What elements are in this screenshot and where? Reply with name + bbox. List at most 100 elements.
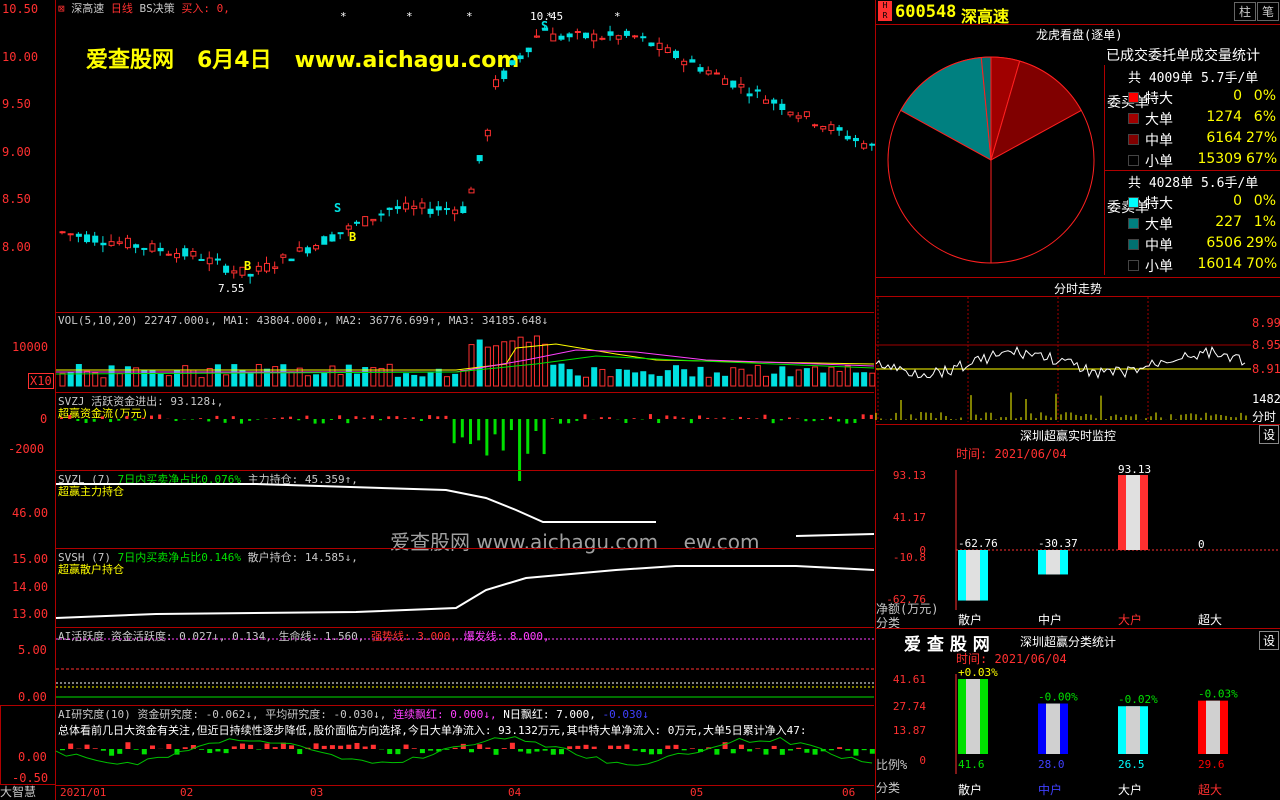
fund-flow-bar (681, 417, 685, 419)
order-stat-subtitle: 已成交委托单成交量统计 (1106, 48, 1260, 64)
svsh-tick: 13.00 (12, 607, 49, 621)
research-bar (493, 749, 499, 755)
fund-flow-bar (231, 416, 235, 419)
monitor-bar-highlight (1046, 550, 1060, 575)
fund-flow-bar (370, 415, 374, 419)
volume-bar (599, 368, 606, 387)
vol-header: VOL(5,10,20) 22747.000↓, MA1: 43804.000↓… (58, 314, 549, 327)
volume-bar (803, 368, 810, 387)
research-bar (166, 744, 172, 749)
legend-swatch-icon (1128, 218, 1139, 229)
fund-flow-bar (509, 419, 513, 431)
fund-flow-bar (68, 414, 72, 419)
fund-flow-bar (100, 416, 104, 419)
class-tick: 41.61 (893, 673, 926, 686)
fund-flow-bar (248, 419, 252, 421)
fund-flow-bar (820, 419, 824, 421)
monitor-settings-button[interactable]: 设 (1259, 425, 1279, 444)
volume-bar (713, 372, 720, 387)
class-value: 28.0 (1038, 758, 1065, 771)
research-bar (616, 745, 622, 749)
candle-body (214, 258, 221, 261)
volume-bar (852, 372, 859, 387)
fund-flow-bar (297, 419, 301, 421)
research-bar (591, 746, 597, 749)
volume-bar (779, 366, 786, 387)
fund-flow-bar (444, 415, 448, 419)
research-bar (370, 744, 376, 749)
volume-bar (337, 374, 344, 387)
intraday-tick: 8.95 (1252, 338, 1280, 352)
volume-bar (182, 365, 189, 387)
fund-flow-bar (828, 416, 832, 419)
volume-bar (214, 364, 221, 387)
fund-flow-bar (149, 415, 153, 419)
candle-body (231, 270, 238, 274)
volume-bar (296, 367, 303, 387)
legend-swatch-icon (1128, 239, 1139, 250)
research-bar (477, 744, 483, 749)
tick-mode-button[interactable]: 笔 (1257, 2, 1279, 21)
volume-bar (345, 364, 352, 387)
main-holding-line (56, 483, 656, 523)
fund-flow-bar (215, 415, 219, 419)
class-settings-button[interactable]: 设 (1259, 631, 1279, 650)
fund-flow-bar (673, 416, 677, 419)
research-bar (804, 749, 810, 753)
volume-bar (664, 370, 671, 387)
fund-flow-bar (428, 415, 432, 419)
intraday-vol: 1482 (1252, 392, 1280, 406)
volume-bar (787, 376, 794, 387)
fund-flow-bar (223, 419, 227, 423)
candle-body (820, 125, 827, 130)
class-tick: 27.74 (893, 700, 926, 713)
research-bar (60, 749, 65, 751)
candle-body (329, 234, 336, 242)
research-bar (485, 747, 491, 749)
volume-bar (304, 375, 311, 387)
price-tick: 8.50 (2, 192, 31, 206)
x-tick: 02 (180, 786, 194, 799)
sell-side-label: 委卖单 (1107, 200, 1149, 216)
candle-body (591, 33, 598, 42)
research-bar (632, 749, 638, 751)
ai-research-chart (55, 736, 875, 766)
candle-body (509, 60, 516, 66)
fund-flow-bar (845, 419, 849, 424)
research-bar (411, 748, 417, 749)
high-price-label: 10.45 (530, 10, 564, 23)
research-bar (346, 744, 352, 749)
volume-bar (468, 344, 475, 387)
legend-swatch-icon (1128, 134, 1139, 145)
right-panel: HR 600548 深高速 柱 笔 龙虎看盘(逐单) 已成交委托单成交量统计 委… (875, 0, 1280, 800)
research-bar (207, 749, 213, 754)
research-bar (403, 744, 409, 749)
candle-body (607, 31, 614, 36)
candle-body (84, 234, 91, 243)
volume-bar (353, 373, 360, 387)
volume-bar (460, 369, 467, 387)
class-pct: -0.03% (1198, 688, 1238, 701)
fund-flow-bar (141, 417, 145, 419)
volume-bar (754, 364, 761, 387)
research-bar (419, 749, 425, 754)
research-bar (796, 747, 802, 749)
volume-bar (836, 370, 843, 387)
fund-flow-bar (338, 415, 342, 419)
fund-flow-bar (689, 419, 693, 424)
research-bar (92, 748, 98, 749)
ma1-line (56, 343, 875, 371)
fund-flow-bar (60, 417, 63, 419)
research-bar (501, 748, 507, 749)
candle-body (223, 265, 230, 273)
research-bar (665, 745, 671, 749)
hr-badge-icon: HR (878, 1, 892, 21)
retail-holding-chart (55, 565, 875, 619)
candle-body (852, 137, 859, 142)
research-bar (182, 747, 188, 749)
volume-bar (403, 373, 410, 387)
bar-mode-button[interactable]: 柱 (1234, 2, 1256, 21)
monitor-label: 超大 (1198, 612, 1222, 627)
research-bar (861, 749, 867, 751)
fund-flow-bar (632, 418, 636, 419)
